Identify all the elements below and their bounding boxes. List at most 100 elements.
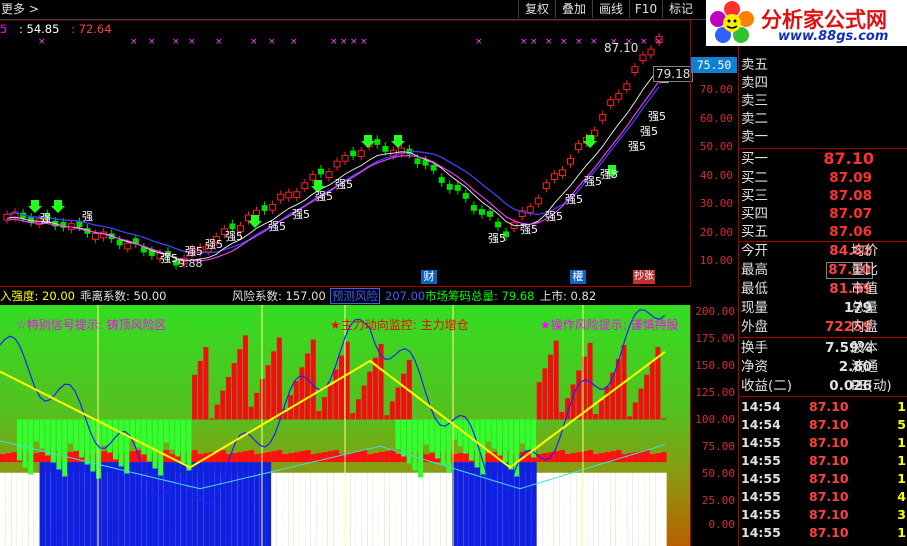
candle-up (647, 48, 655, 56)
price-axis: 75.50 70.00 60.00 50.00 40.00 30.00 20.0… (690, 20, 739, 286)
tick-time: 14:54 (741, 399, 781, 414)
red-bar (570, 453, 577, 463)
white-bar (644, 472, 650, 546)
tick-volume: 4 (897, 489, 906, 504)
buy-4-row[interactable]: 买四 87.07 (739, 205, 907, 223)
sell-3-row[interactable]: 卖三 (739, 92, 907, 110)
big-red-bar (254, 392, 260, 420)
copy-marker[interactable]: 抄张 (633, 270, 655, 284)
red-bar (598, 453, 605, 463)
red-bar (649, 454, 656, 463)
ind-chip-total: 市场筹码总量: 79.68 (425, 289, 535, 303)
blue-bar (214, 462, 221, 546)
green-bar (73, 419, 79, 451)
share-capital-label: 股本 (851, 340, 878, 356)
f10-button[interactable]: F10 (629, 0, 662, 18)
mark-button[interactable]: 标记 (662, 0, 699, 18)
ind-listing: 上市: 0.82 (540, 289, 597, 303)
overlay-button[interactable]: 叠加 (555, 0, 592, 18)
sell-2-row[interactable]: 卖二 (739, 110, 907, 128)
white-bar (429, 472, 435, 546)
sell-1-row[interactable]: 卖一 (739, 128, 907, 146)
low-price-label: 9.88 (178, 257, 203, 270)
blue-bar (502, 462, 509, 546)
ind-tick: 150.00 (695, 359, 735, 372)
sell-2-label: 卖二 (741, 111, 768, 127)
blue-bar (519, 462, 526, 546)
red-bar (288, 453, 294, 463)
red-bar (661, 452, 667, 463)
white-bar (367, 472, 373, 546)
white-bar (22, 472, 29, 546)
red-bar (644, 450, 650, 463)
candle-down (495, 221, 502, 228)
buy-3-row[interactable]: 买三 87.08 (739, 187, 907, 205)
green-bar (485, 419, 491, 442)
sell-5-label: 卖五 (741, 57, 768, 73)
blue-bar (90, 462, 96, 546)
big-red-bar (265, 365, 271, 420)
big-red-bar (644, 374, 650, 420)
fuquan-button[interactable]: 复权 (518, 0, 555, 18)
big-red-bar (231, 363, 237, 420)
red-bar (299, 451, 306, 463)
eps-row: 收益(二) 0.026 PE(动) (739, 377, 907, 395)
white-bar (322, 472, 328, 546)
green-bar (412, 419, 418, 471)
red-bar (192, 450, 198, 463)
candle-up (325, 171, 333, 178)
finance-marker[interactable]: 财 (421, 270, 437, 284)
blue-bar (124, 462, 130, 546)
buy-3-price: 87.08 (829, 188, 872, 204)
red-bar (33, 453, 40, 463)
ind-strength: 入强度: 20.00 (0, 289, 75, 303)
candle-up (623, 83, 631, 91)
cur-vol-label: 现量 (741, 300, 768, 316)
x-marker: × (290, 37, 298, 47)
white-bar (282, 472, 289, 546)
sell-5-row[interactable]: 卖五 (739, 56, 907, 74)
buy-1-row[interactable]: 买一 87.10 (739, 150, 907, 168)
buy-5-row[interactable]: 买五 87.06 (739, 223, 907, 241)
blue-bar (169, 462, 176, 546)
x-marker: × (545, 37, 553, 47)
red-bar (604, 452, 611, 463)
kline-chart[interactable]: × × × × × × × × × × × × × × × × × × × × × × × × 强5强5强5强5强5强5强5强… (0, 20, 690, 286)
current-price-tag: 75.50 (691, 57, 737, 73)
blue-bar (209, 462, 215, 546)
white-bar (593, 472, 599, 546)
green-bar (418, 419, 424, 478)
blue-bar (197, 462, 204, 546)
green-bar (163, 419, 169, 443)
white-bar (418, 472, 424, 546)
big-red-bar (220, 390, 226, 420)
indicator-chart[interactable] (0, 305, 690, 546)
candle-up (245, 214, 252, 222)
more-button[interactable]: 更多 > (0, 0, 40, 18)
red-bar (322, 452, 328, 463)
white-bar (333, 472, 339, 546)
white-bar (299, 472, 306, 546)
candle-up (92, 233, 100, 240)
big-red-bar (237, 349, 243, 420)
strong-label: 强5 (335, 178, 353, 191)
blue-bar (457, 462, 464, 546)
candle-up (357, 150, 365, 157)
blue-bar (56, 462, 63, 546)
tick-price: 87.10 (809, 507, 849, 522)
red-bar (367, 454, 373, 463)
red-bar (372, 453, 379, 463)
draw-button[interactable]: 画线 (592, 0, 629, 18)
high-price-label: 87.10 (604, 41, 639, 55)
x-marker: × (360, 37, 368, 47)
candle-up (341, 154, 349, 162)
open-row: 今开 84.82 均价 (739, 242, 907, 260)
buy-2-row[interactable]: 买二 87.09 (739, 169, 907, 187)
right-marker[interactable]: 權 (570, 270, 586, 284)
sell-4-row[interactable]: 卖四 (739, 74, 907, 92)
red-bar (355, 451, 362, 463)
buy-5-label: 买五 (741, 224, 768, 240)
net-asset-row: 净资 2.80 流通 (739, 358, 907, 376)
tick-volume: 1 (897, 453, 906, 468)
blue-bar (531, 462, 537, 546)
